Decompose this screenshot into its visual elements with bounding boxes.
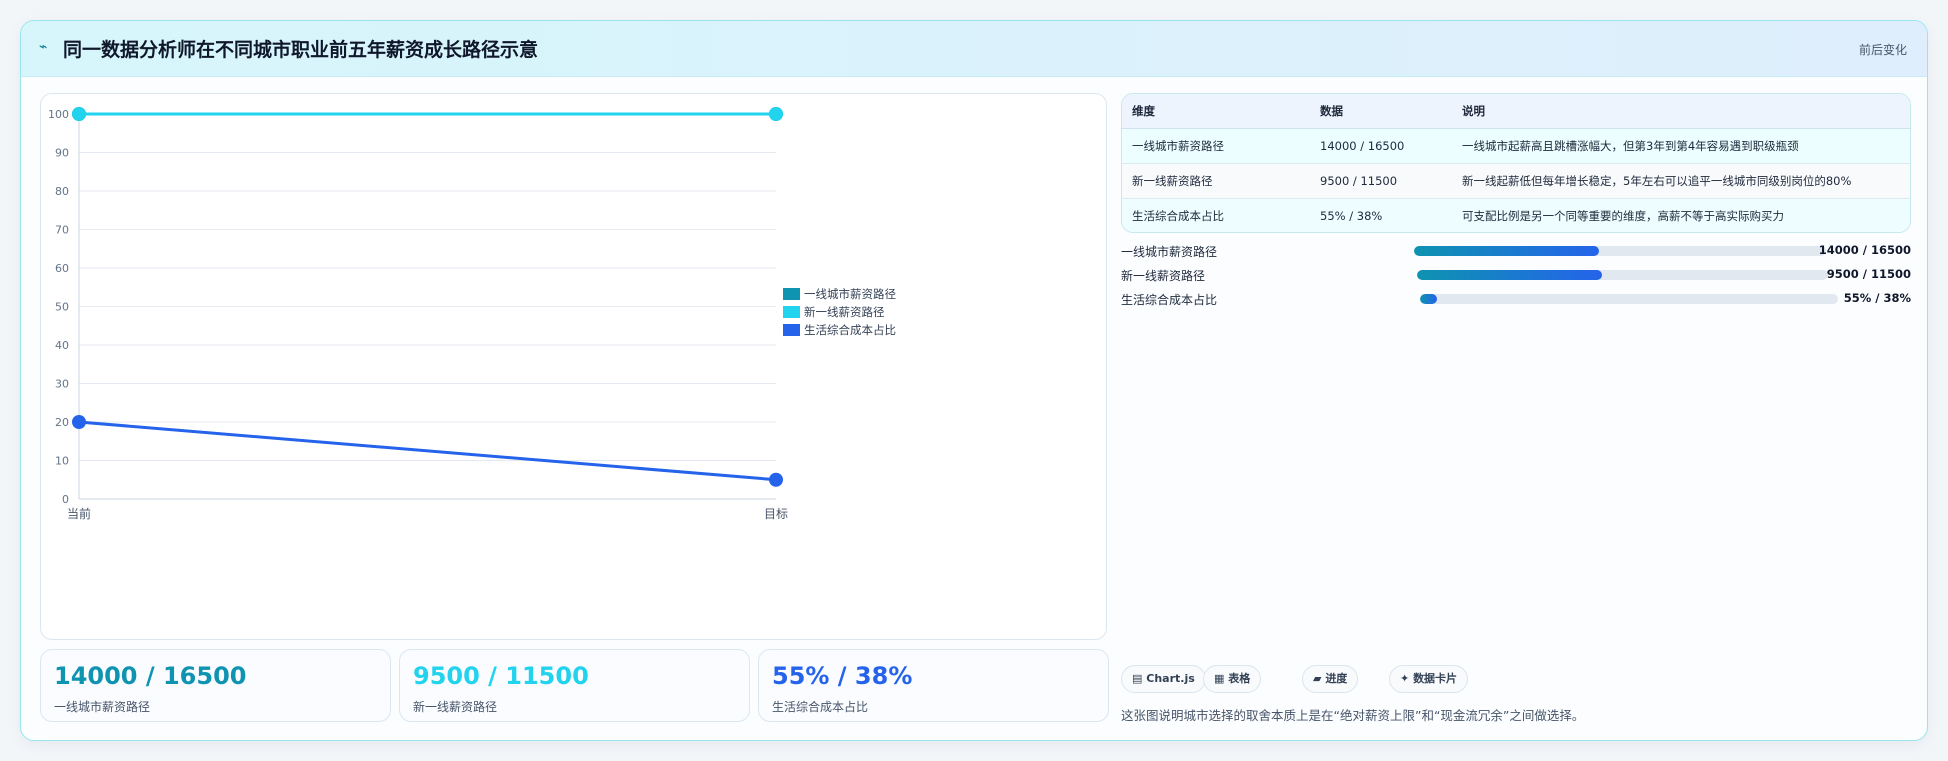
- y-tick-label: 20: [55, 416, 69, 429]
- table-cell: 可支配比例是另一个同等重要的维度，高薪不等于高实际购买力: [1452, 198, 1910, 232]
- x-tick-label: 目标: [764, 507, 788, 521]
- column-header: 维度: [1122, 94, 1310, 129]
- y-tick-label: 90: [55, 147, 69, 160]
- data-table: 维度 数据 说明 一线城市薪资路径 14000 / 16500 一线城市起薪高且…: [1121, 93, 1911, 233]
- series-line: [78, 420, 777, 482]
- legend-label: 新一线薪资路径: [804, 305, 885, 319]
- column-header: 数据: [1310, 94, 1452, 129]
- y-tick-label: 60: [55, 262, 69, 275]
- tag-label: 进度: [1325, 672, 1348, 685]
- y-tick-label: 70: [55, 224, 69, 237]
- legend-swatch: [783, 306, 800, 318]
- table-row: 新一线薪资路径 9500 / 11500 新一线起薪低但每年增长稳定，5年左右可…: [1122, 163, 1910, 199]
- y-tick-label: 80: [55, 185, 69, 198]
- tag-label: Chart.js: [1146, 672, 1195, 685]
- line-chart-panel: 0 10 20 30 40 50 60 70 80 90 100 当前 目标 一线城市薪资路径 新一线薪资路…: [40, 93, 1107, 640]
- compare-label: 前后变化: [1858, 43, 1907, 57]
- x-tick-label: 当前: [67, 506, 91, 521]
- progress-track: [1420, 294, 1838, 304]
- progress-value: 55% / 38%: [1843, 291, 1911, 305]
- page-header: ⌁ 同一数据分析师在不同城市职业前五年薪资成长路径示意 前后变化: [21, 21, 1927, 77]
- legend-swatch: [783, 288, 800, 300]
- progress-label: 新一线薪资路径: [1121, 269, 1206, 283]
- page-title: 同一数据分析师在不同城市职业前五年薪资成长路径示意: [63, 39, 539, 61]
- progress-fill: [1417, 270, 1602, 280]
- table-cell: 一线城市起薪高且跳槽涨幅大，但第3年到第4年容易遇到职级瓶颈: [1452, 128, 1910, 164]
- tag-label: 数据卡片: [1413, 672, 1458, 685]
- stat-label: 一线城市薪资路径: [54, 700, 151, 714]
- table-cell: 新一线起薪低但每年增长稳定，5年左右可以追平一线城市同级别岗位的80%: [1452, 163, 1910, 199]
- progress-track: [1417, 270, 1828, 280]
- stat-value: 55% / 38%: [772, 662, 913, 690]
- table-icon: ▦: [1214, 672, 1225, 685]
- y-tick-label: 10: [55, 455, 69, 468]
- progress-value: 9500 / 11500: [1826, 267, 1911, 281]
- stat-card-tier1: 14000 / 16500 一线城市薪资路径: [40, 649, 391, 722]
- table-cell: 生活综合成本占比: [1122, 198, 1310, 232]
- footnote: 这张图说明城市选择的取舍本质上是在“绝对薪资上限”和“现金流冗余”之间做选择。: [1121, 708, 1585, 723]
- y-tick-label: 50: [55, 301, 69, 314]
- legend-label: 一线城市薪资路径: [804, 287, 896, 301]
- stat-label: 生活综合成本占比: [772, 700, 869, 714]
- y-tick-label: 40: [55, 339, 69, 352]
- data-point: [769, 107, 783, 121]
- table-row: 生活综合成本占比 55% / 38% 可支配比例是另一个同等重要的维度，高薪不等…: [1122, 198, 1910, 232]
- table-cell: 一线城市薪资路径: [1122, 128, 1310, 164]
- y-tick-label: 30: [55, 378, 69, 391]
- progress-row-newtier1: 新一线薪资路径 9500 / 11500: [1121, 267, 1911, 283]
- tag-chartjs[interactable]: ▤ Chart.js: [1121, 665, 1206, 693]
- column-header: 说明: [1452, 94, 1910, 129]
- progress-row-cost: 生活综合成本占比 55% / 38%: [1121, 291, 1911, 307]
- table-cell: 9500 / 11500: [1310, 163, 1452, 199]
- table-cell: 55% / 38%: [1310, 198, 1452, 232]
- trend-icon: ⌁: [39, 39, 48, 55]
- progress-value: 14000 / 16500: [1818, 243, 1911, 257]
- data-point: [769, 472, 783, 487]
- progress-label: 生活综合成本占比: [1121, 293, 1218, 307]
- tag-progress[interactable]: ▰ 进度: [1302, 665, 1359, 693]
- progress-label: 一线城市薪资路径: [1121, 245, 1218, 259]
- data-point: [72, 107, 86, 121]
- line-chart: 0 10 20 30 40 50 60 70 80 90 100 当前 目标 一线城市薪资路径新一线薪资路…: [48, 107, 896, 521]
- card-icon: ✦: [1400, 672, 1410, 685]
- stat-value: 14000 / 16500: [54, 662, 247, 690]
- progress-row-tier1: 一线城市薪资路径 14000 / 16500: [1121, 243, 1911, 259]
- tag-table[interactable]: ▦ 表格: [1203, 665, 1262, 693]
- y-tick-label: 0: [62, 493, 69, 506]
- tag-datacard[interactable]: ✦ 数据卡片: [1389, 665, 1469, 693]
- y-tick-label: 100: [48, 108, 69, 121]
- data-point: [72, 415, 86, 429]
- stat-card-newtier1: 9500 / 11500 新一线薪资路径: [399, 649, 750, 722]
- stat-value: 9500 / 11500: [413, 662, 589, 690]
- progress-fill: [1420, 294, 1437, 304]
- chart-icon: ▤: [1132, 672, 1143, 685]
- progress-track: [1414, 246, 1826, 256]
- tag-label: 表格: [1228, 672, 1251, 685]
- table-cell: 新一线薪资路径: [1122, 163, 1310, 199]
- legend-label: 生活综合成本占比: [804, 323, 896, 337]
- table-cell: 14000 / 16500: [1310, 128, 1452, 164]
- stat-card-cost: 55% / 38% 生活综合成本占比: [758, 649, 1109, 722]
- stat-label: 新一线薪资路径: [413, 700, 498, 714]
- legend-swatch: [783, 324, 800, 336]
- table-header-row: 维度 数据 说明: [1122, 94, 1910, 129]
- table-row: 一线城市薪资路径 14000 / 16500 一线城市起薪高且跳槽涨幅大，但第3…: [1122, 128, 1910, 164]
- progress-fill: [1414, 246, 1600, 256]
- main-card: ⌁ 同一数据分析师在不同城市职业前五年薪资成长路径示意 前后变化 0 10 20 30…: [20, 20, 1928, 741]
- progress-icon: ▰: [1313, 672, 1322, 685]
